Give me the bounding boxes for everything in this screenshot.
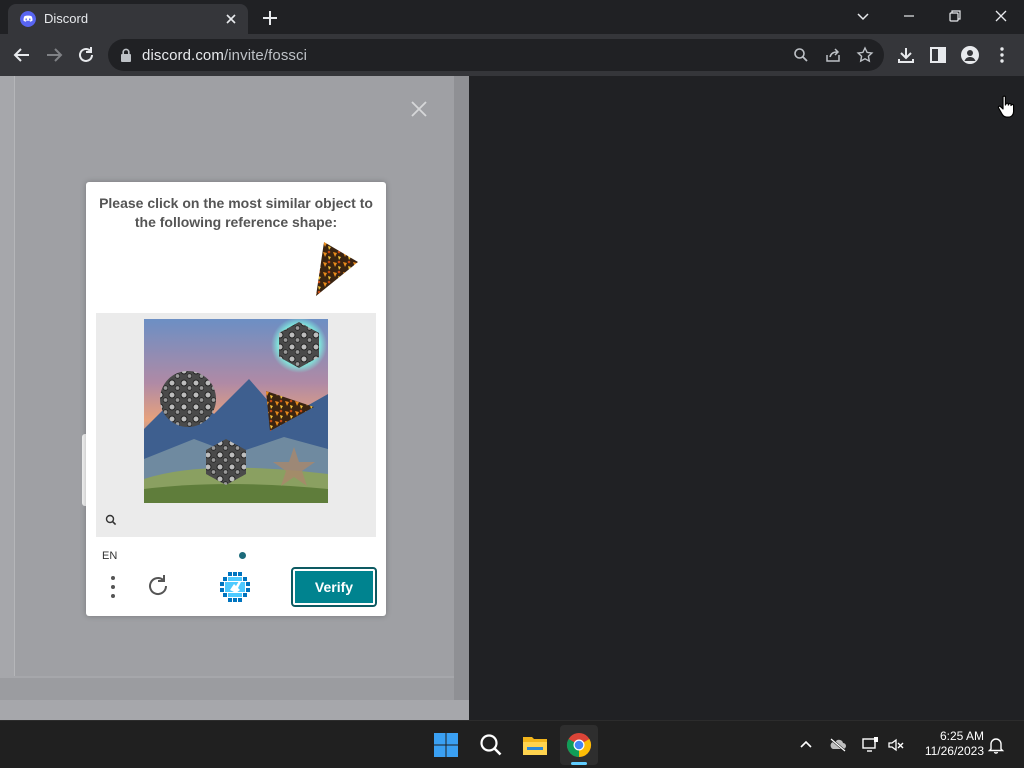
kebab-menu-icon[interactable] xyxy=(992,45,1012,65)
system-clock[interactable]: 6:25 AM 11/26/2023 xyxy=(916,729,984,759)
tab-title: Discord xyxy=(44,11,89,26)
url-path: /invite/fossci xyxy=(223,47,308,64)
verify-button[interactable]: Verify xyxy=(291,567,377,607)
taskbar-search-icon[interactable] xyxy=(477,731,505,759)
bookmark-star-icon[interactable] xyxy=(856,46,874,64)
refresh-challenge-icon[interactable] xyxy=(144,572,172,600)
clock-time: 6:25 AM xyxy=(939,729,984,743)
hcaptcha-logo-icon[interactable] xyxy=(218,570,252,604)
lock-icon[interactable] xyxy=(120,48,132,62)
page-overlay: Please click on the most similar object … xyxy=(0,76,469,720)
notification-bell-icon[interactable] xyxy=(987,736,1005,754)
new-tab-icon[interactable] xyxy=(260,8,280,28)
network-monitor-icon[interactable] xyxy=(861,736,879,754)
url-text: discord.com/invite/fossci xyxy=(142,47,307,64)
reload-icon[interactable] xyxy=(75,44,97,66)
browser-toolbar: discord.com/invite/fossci xyxy=(0,34,1024,76)
share-icon[interactable] xyxy=(824,46,842,64)
restore-icon[interactable] xyxy=(945,6,965,26)
vertical-scrollbar[interactable] xyxy=(454,76,469,700)
horizontal-scrollbar[interactable] xyxy=(0,678,454,700)
challenge-image[interactable] xyxy=(144,319,328,503)
discord-favicon-icon xyxy=(20,11,36,27)
windows-taskbar: 6:25 AM 11/26/2023 xyxy=(0,720,1024,768)
profile-icon[interactable] xyxy=(960,45,980,65)
file-explorer-icon[interactable] xyxy=(521,731,549,759)
captcha-challenge: Please click on the most similar object … xyxy=(86,182,386,616)
show-hidden-icons-chevron-icon[interactable] xyxy=(797,736,815,754)
active-app-indicator xyxy=(571,762,587,765)
tab-discord[interactable]: Discord xyxy=(8,4,248,34)
page-viewport: Please click on the most similar object … xyxy=(0,76,1024,720)
back-arrow-icon[interactable] xyxy=(11,44,33,66)
side-panel-icon[interactable] xyxy=(928,45,948,65)
captcha-menu-icon[interactable] xyxy=(106,574,120,600)
chrome-icon[interactable] xyxy=(565,731,593,759)
language-selector[interactable]: EN xyxy=(102,550,117,562)
address-bar[interactable]: discord.com/invite/fossci xyxy=(108,39,884,71)
onedrive-offline-icon[interactable] xyxy=(829,736,847,754)
modal-close-icon[interactable] xyxy=(410,100,428,118)
download-icon[interactable] xyxy=(896,45,916,65)
windows-start-icon[interactable] xyxy=(432,731,460,759)
captcha-prompt: Please click on the most similar object … xyxy=(99,195,373,230)
captcha-task-area xyxy=(96,313,376,537)
screen: Discord discord.com/invite/fossci Please… xyxy=(0,0,1024,768)
reference-shape-image xyxy=(316,242,358,296)
close-window-icon[interactable] xyxy=(991,6,1011,26)
volume-muted-icon[interactable] xyxy=(887,736,905,754)
tab-close-icon[interactable] xyxy=(222,10,240,28)
minimize-icon[interactable] xyxy=(899,6,919,26)
search-icon[interactable] xyxy=(792,46,810,64)
zoom-icon[interactable] xyxy=(104,513,118,527)
url-host: discord.com xyxy=(142,47,224,64)
forward-arrow-icon[interactable] xyxy=(43,44,65,66)
hand-cursor-icon xyxy=(997,95,1015,118)
challenge-progress-dot xyxy=(239,552,246,559)
tab-strip: Discord xyxy=(0,0,1024,34)
clock-date: 11/26/2023 xyxy=(924,744,984,758)
tab-search-chevron-icon[interactable] xyxy=(853,6,873,26)
